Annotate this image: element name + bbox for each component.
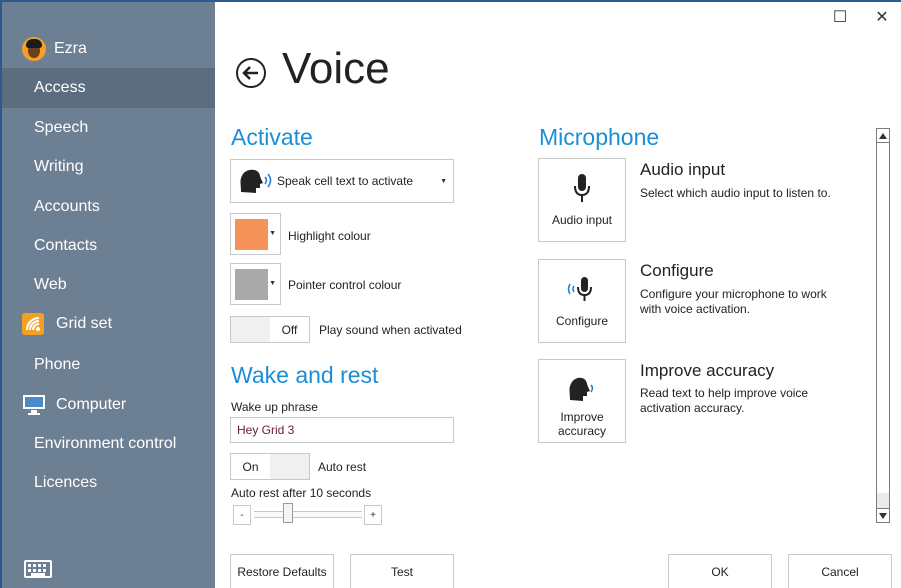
- wake-phrase-input[interactable]: Hey Grid 3: [230, 417, 454, 443]
- sidebar-item-contacts[interactable]: Contacts: [0, 226, 215, 266]
- sidebar-item-grid-set[interactable]: Grid set: [0, 304, 215, 344]
- window-border-top: [0, 0, 901, 2]
- user-profile[interactable]: Ezra: [22, 36, 87, 62]
- toggle-blank: [231, 317, 270, 342]
- configure-button[interactable]: Configure: [538, 259, 626, 343]
- sidebar-item-speech[interactable]: Speech: [0, 108, 215, 148]
- speaking-head-icon: [237, 166, 273, 196]
- toggle-state: On: [242, 459, 259, 474]
- configure-title: Configure: [640, 261, 714, 280]
- slider-increase-button[interactable]: +: [364, 505, 382, 525]
- chevron-up-icon: [879, 132, 887, 139]
- audio-input-desc: Select which audio input to listen to.: [640, 186, 831, 200]
- chevron-down-icon: ▼: [269, 230, 276, 237]
- sidebar-item-writing[interactable]: Writing: [0, 147, 215, 187]
- sidebar-item-computer[interactable]: Computer: [0, 385, 215, 425]
- sidebar-item-label: Environment control: [34, 435, 177, 452]
- activation-mode-dropdown[interactable]: Speak cell text to activate ▼: [230, 159, 454, 203]
- scroll-up-button[interactable]: [876, 128, 890, 143]
- sidebar-item-access[interactable]: Access: [0, 68, 215, 108]
- pointer-colour-swatch: [235, 269, 268, 300]
- activation-mode-value: Speak cell text to activate: [277, 174, 414, 188]
- auto-rest-slider-thumb[interactable]: [283, 503, 294, 523]
- sidebar-item-label: Speech: [34, 119, 89, 136]
- test-button[interactable]: Test: [350, 554, 454, 588]
- highlight-colour-label: Highlight colour: [288, 229, 371, 243]
- sidebar-item-environment-control[interactable]: Environment control: [0, 424, 215, 464]
- sidebar-item-phone[interactable]: Phone: [0, 345, 215, 385]
- configure-button-label: Configure: [555, 314, 609, 328]
- avatar-icon: [22, 37, 46, 61]
- maximize-button[interactable]: ☐: [828, 8, 852, 28]
- sidebar-item-licences[interactable]: Licences: [0, 463, 215, 503]
- improve-accuracy-title: Improve accuracy: [640, 361, 775, 380]
- keyboard-icon[interactable]: [24, 560, 52, 578]
- sidebar-item-label: Licences: [34, 474, 98, 491]
- chevron-down-icon: [879, 512, 887, 519]
- chevron-down-icon: ▼: [269, 280, 276, 287]
- sidebar-item-web[interactable]: Web: [0, 265, 215, 305]
- sidebar-item-label: Grid set: [56, 315, 113, 332]
- microphone-heading: Microphone: [539, 124, 660, 150]
- sidebar-item-label: Computer: [56, 396, 127, 413]
- auto-rest-slider-track[interactable]: [254, 511, 362, 518]
- wake-rest-heading: Wake and rest: [231, 362, 379, 388]
- wake-phrase-label: Wake up phrase: [231, 400, 318, 414]
- page-title: Voice: [282, 44, 390, 93]
- activate-heading: Activate: [231, 124, 313, 150]
- audio-input-title: Audio input: [640, 160, 726, 179]
- scrollbar-gutter: [876, 493, 890, 508]
- close-button[interactable]: ✕: [870, 8, 894, 28]
- computer-icon: [22, 394, 48, 416]
- grid-set-icon: [22, 313, 48, 335]
- microphone-icon: [572, 171, 592, 205]
- sidebar-item-label: Contacts: [34, 237, 98, 254]
- highlight-colour-picker[interactable]: ▼: [230, 213, 281, 255]
- ok-button[interactable]: OK: [668, 554, 772, 588]
- pointer-colour-picker[interactable]: ▼: [230, 263, 281, 305]
- toggle-state: Off: [281, 322, 298, 337]
- scrollbar-track[interactable]: [876, 143, 890, 493]
- audio-input-button-label: Audio input: [551, 213, 613, 227]
- auto-rest-label: Auto rest: [318, 460, 367, 474]
- auto-rest-toggle[interactable]: On: [230, 453, 310, 480]
- speaking-head-icon: [567, 372, 597, 406]
- highlight-colour-swatch: [235, 219, 268, 250]
- back-arrow-icon[interactable]: [235, 57, 267, 89]
- window-border-left: [0, 0, 2, 588]
- pointer-colour-label: Pointer control colour: [288, 278, 402, 292]
- sidebar-item-label: Writing: [34, 158, 84, 175]
- sidebar-item-label: Phone: [34, 356, 81, 373]
- user-name: Ezra: [54, 40, 87, 57]
- audio-input-button[interactable]: Audio input: [538, 158, 626, 242]
- improve-accuracy-desc: Read text to help improve voice activati…: [640, 386, 809, 415]
- play-sound-toggle[interactable]: Off: [230, 316, 310, 343]
- cancel-button[interactable]: Cancel: [788, 554, 892, 588]
- sidebar-item-label: Web: [34, 276, 67, 293]
- auto-rest-duration-label: Auto rest after 10 seconds: [231, 486, 372, 500]
- scroll-down-button[interactable]: [876, 508, 890, 523]
- toggle-blank: [270, 454, 309, 479]
- play-sound-label: Play sound when activated: [319, 323, 462, 337]
- sidebar-item-accounts[interactable]: Accounts: [0, 187, 215, 227]
- microphone-waves-icon: [566, 272, 598, 306]
- improve-accuracy-button-label: Improve accuracy: [557, 410, 607, 438]
- configure-desc: Configure your microphone to work with v…: [640, 287, 827, 316]
- sidebar-item-label: Accounts: [34, 198, 100, 215]
- sidebar-item-label: Access: [34, 79, 86, 96]
- sidebar: Ezra Access Speech Writing Accounts Cont…: [0, 0, 215, 588]
- restore-defaults-button[interactable]: Restore Defaults: [230, 554, 334, 588]
- slider-decrease-button[interactable]: -: [233, 505, 251, 525]
- chevron-down-icon: ▼: [440, 178, 447, 185]
- improve-accuracy-button[interactable]: Improve accuracy: [538, 359, 626, 443]
